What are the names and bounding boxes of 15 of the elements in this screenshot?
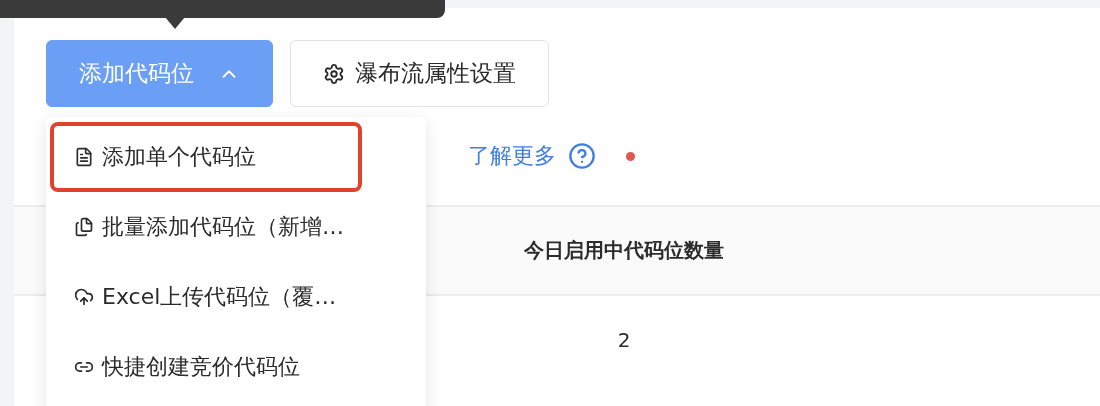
table-cell-text: 2 <box>616 326 632 354</box>
settings-icon <box>323 62 345 85</box>
menu-item[interactable]: 添加单个代码位 <box>50 122 362 192</box>
menu-item[interactable]: 快捷创建竞价代码位 <box>50 332 422 402</box>
menu-item[interactable]: Excel上传代码位（覆… <box>50 262 422 332</box>
tooltip-arrow-icon <box>165 17 185 29</box>
status-dot <box>626 151 635 161</box>
help-icon[interactable] <box>568 142 596 170</box>
learn-more-link[interactable]: 了解更多 <box>468 141 556 171</box>
menu-item[interactable]: 批量添加代码位（新增… <box>50 192 422 262</box>
settings-button[interactable]: 瀑布流属性设置 <box>290 40 549 107</box>
document-icon <box>74 147 94 167</box>
cloud-upload-icon <box>74 287 94 307</box>
column-header: 今日启用中代码位数量 <box>523 237 725 264</box>
document-icon <box>74 217 94 237</box>
